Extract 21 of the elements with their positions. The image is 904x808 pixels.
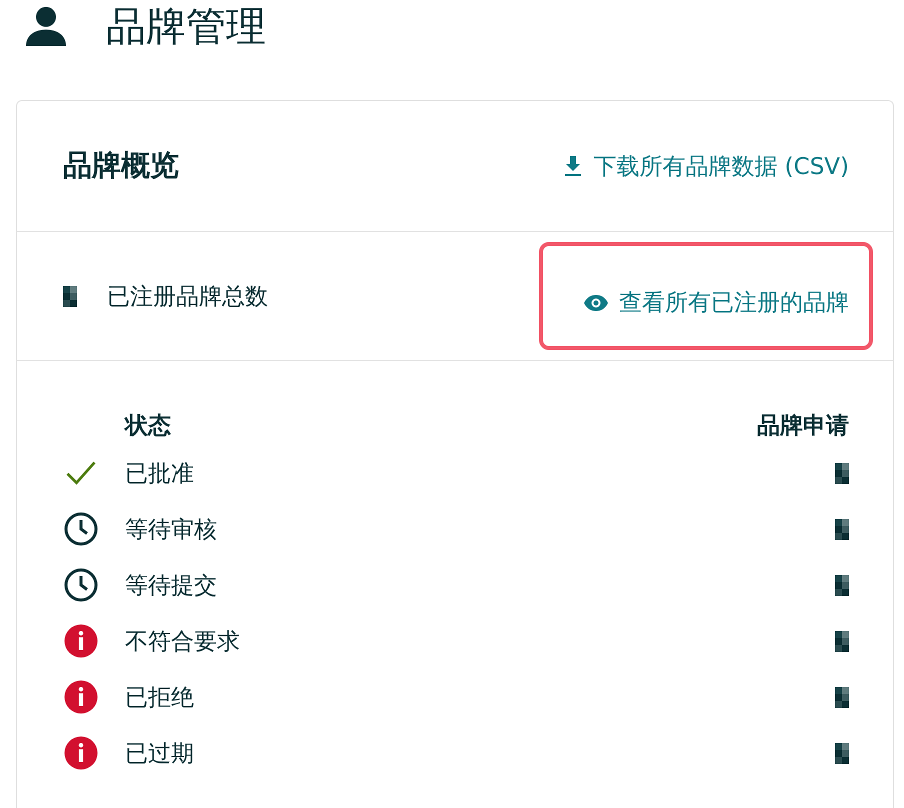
view-all-link[interactable]: 查看所有已注册的品牌: [583, 287, 849, 318]
clock-icon: [63, 567, 99, 603]
info-icon: [63, 679, 99, 715]
status-label: 不符合要求: [125, 628, 240, 656]
column-header: 品牌申请: [757, 412, 849, 440]
page-title: 品牌管理: [106, 2, 266, 52]
status-label: 等待审核: [125, 516, 217, 544]
download-icon: [563, 155, 584, 177]
user-icon: [24, 6, 68, 46]
status-label: 等待提交: [125, 572, 217, 600]
card-title: 品牌概览: [63, 147, 179, 184]
download-link[interactable]: 下载所有品牌数据 (CSV): [563, 150, 849, 182]
status-label: 已批准: [125, 460, 194, 488]
total-label: 已注册品牌总数: [107, 282, 268, 312]
status-label: 已拒绝: [125, 684, 194, 712]
status-label: 已过期: [125, 740, 194, 768]
info-icon: [63, 623, 99, 659]
eye-icon: [583, 294, 609, 312]
column-header: 状态: [122, 412, 172, 440]
clock-icon: [63, 511, 99, 547]
info-icon: [63, 735, 99, 771]
